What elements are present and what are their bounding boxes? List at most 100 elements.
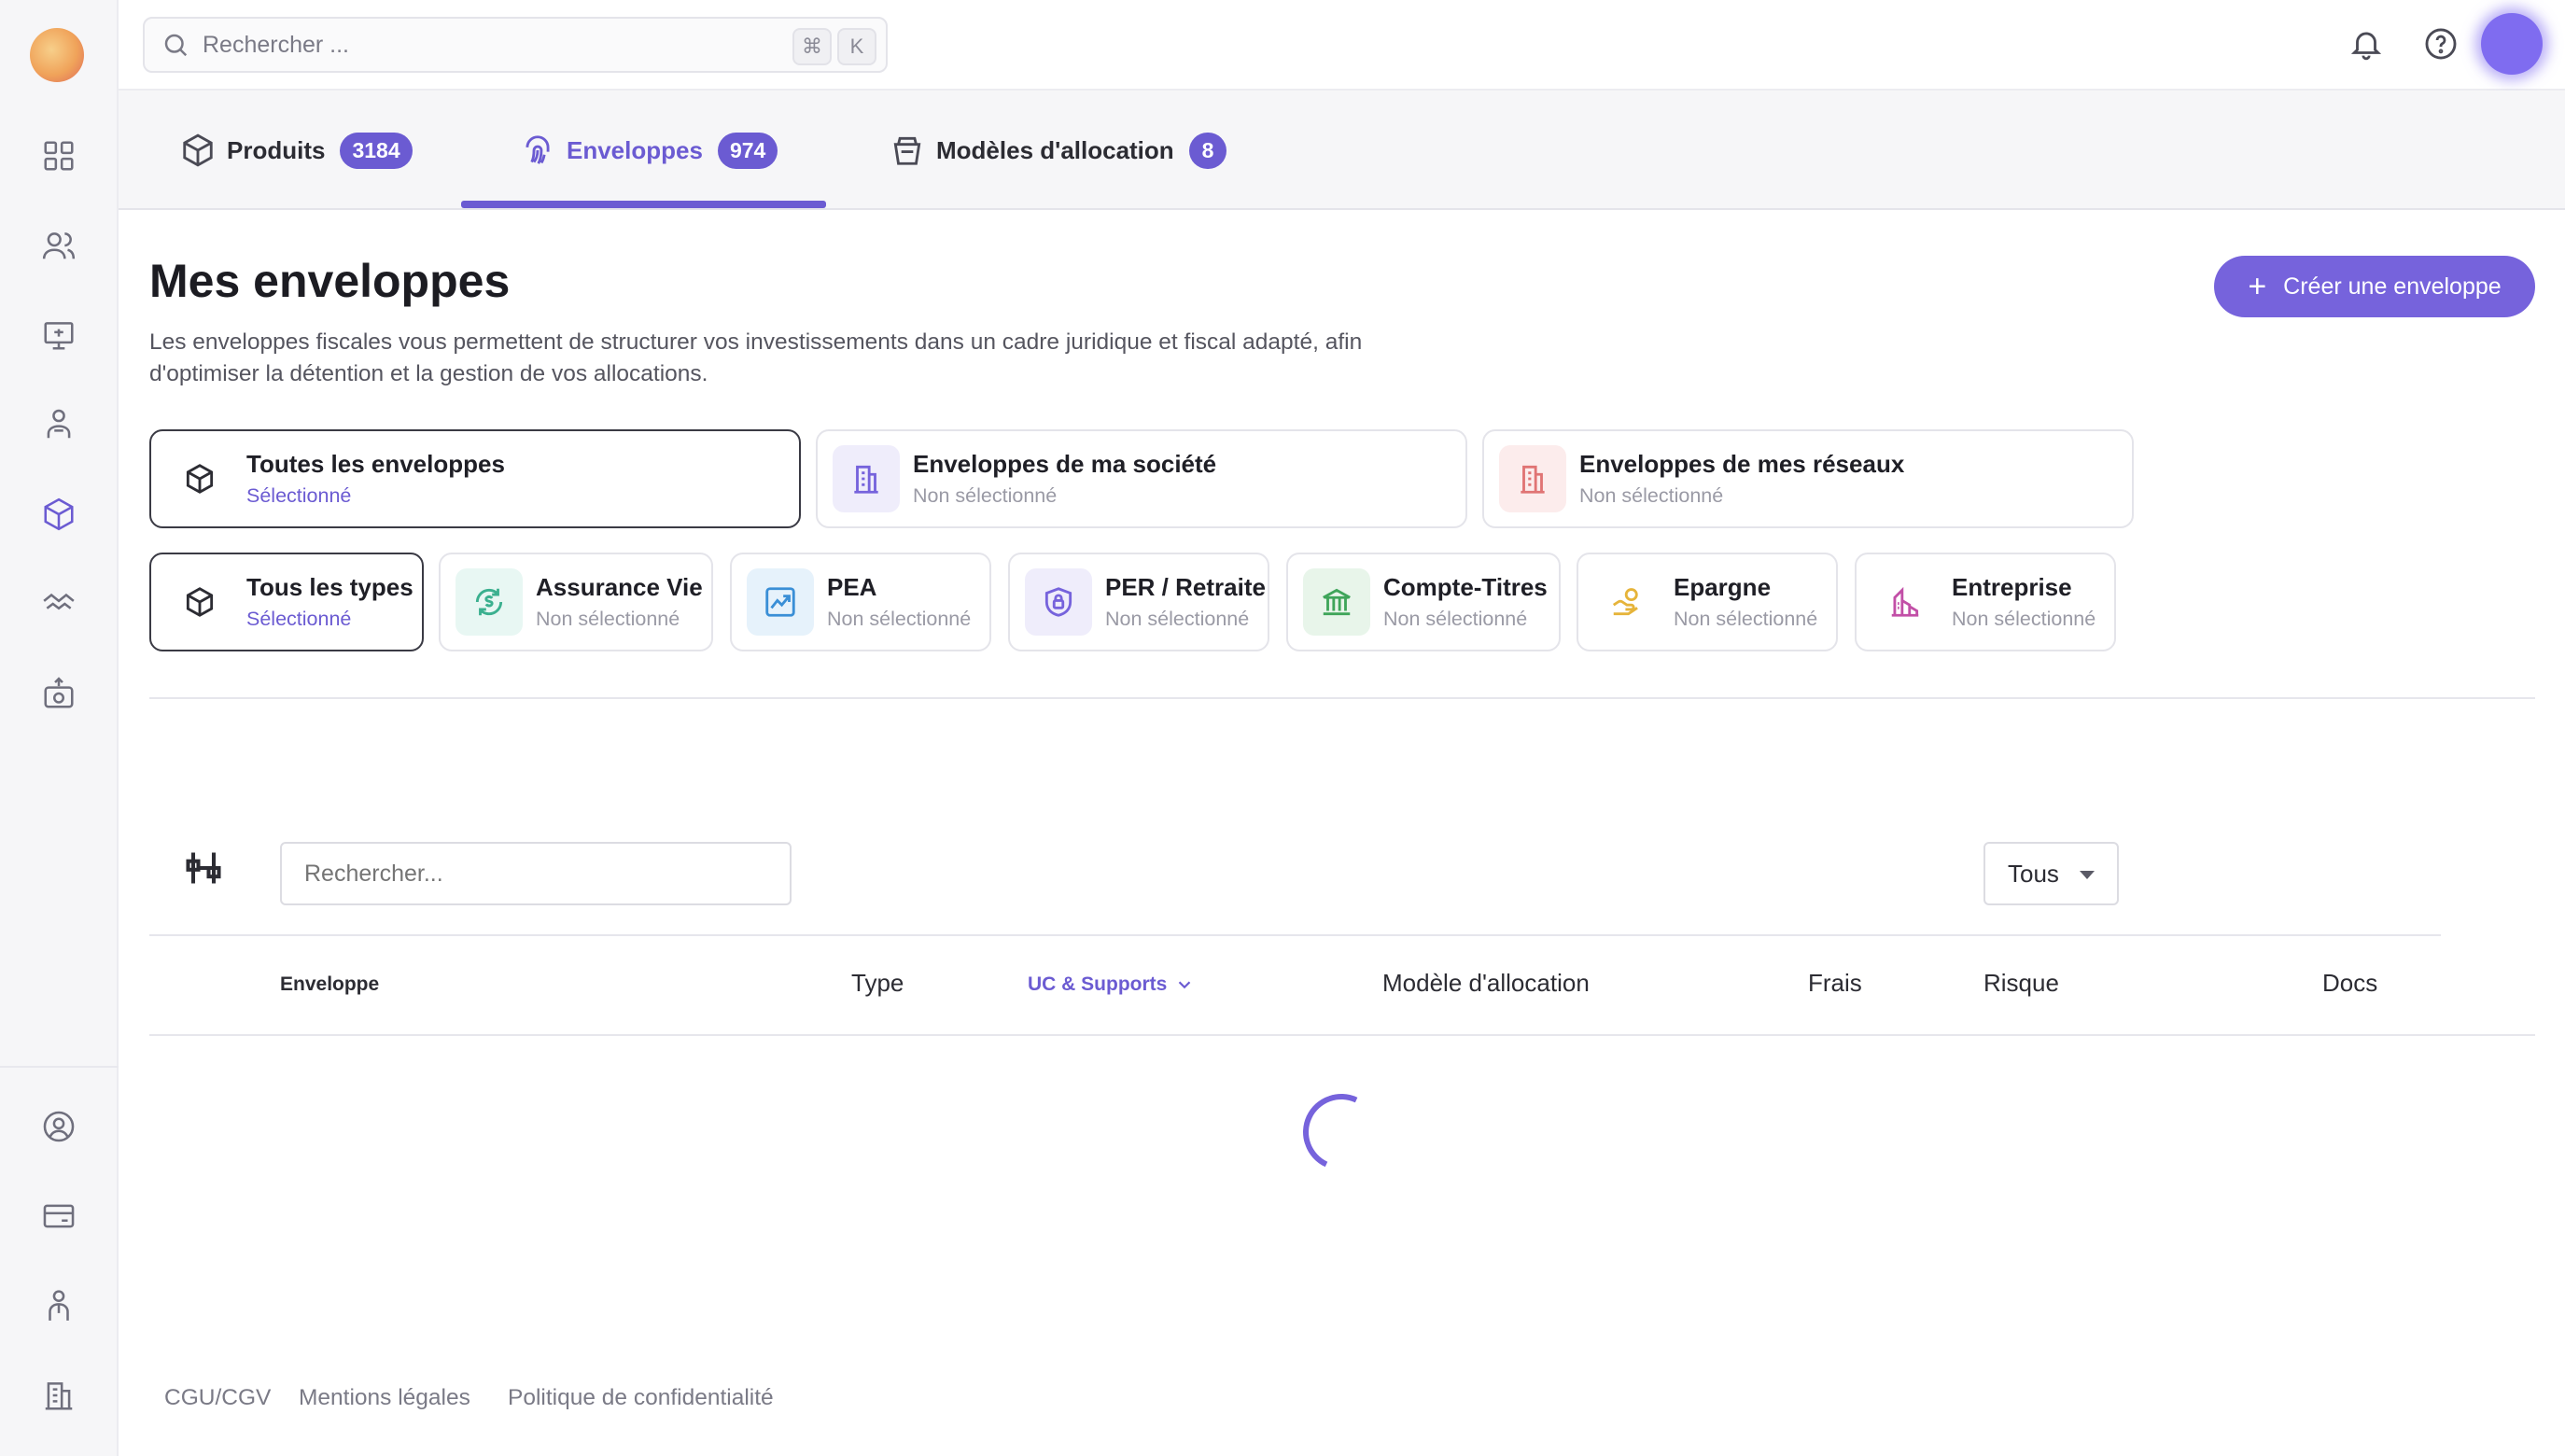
handshake-icon[interactable] — [39, 584, 78, 623]
shortcut-cmd-key: ⌘ — [792, 28, 832, 65]
cube-icon — [183, 133, 213, 167]
type-filter-assurance-vie[interactable]: Assurance Vie Non sélectionné — [439, 553, 713, 651]
type-filter-entreprise[interactable]: Entreprise Non sélectionné — [1855, 553, 2116, 651]
card-label: Enveloppes de ma société — [913, 450, 1217, 478]
tab-label: Modèles d'allocation — [936, 135, 1174, 164]
tab-enveloppes[interactable]: Enveloppes 974 — [520, 91, 778, 210]
cube-icon — [166, 568, 233, 636]
card-label: Enveloppes de mes réseaux — [1579, 450, 1905, 478]
column-header-uc-supports[interactable]: UC & Supports — [1028, 973, 1195, 996]
tab-label: Produits — [227, 135, 326, 164]
tab-bar: Produits 3184 Enveloppes 974 Modèles d'a… — [119, 91, 2565, 210]
card-status: Non sélectionné — [536, 608, 680, 630]
create-envelope-button[interactable]: + Créer une enveloppe — [2214, 256, 2535, 317]
card-label: Assurance Vie — [536, 573, 703, 601]
card-status: Non sélectionné — [1952, 608, 2096, 630]
card-label: Epargne — [1674, 573, 1772, 601]
loading-spinner — [1292, 1083, 1391, 1182]
column-header-frais[interactable]: Frais — [1808, 969, 1862, 998]
active-tab-indicator — [461, 201, 826, 208]
type-filter-all[interactable]: Tous les types Sélectionné — [149, 553, 424, 651]
card-label: PER / Retraite — [1105, 573, 1266, 601]
presentation-board-icon[interactable] — [39, 315, 78, 355]
tab-count-badge: 974 — [717, 132, 778, 169]
card-label: Compte-Titres — [1383, 573, 1548, 601]
shield-lock-icon — [1025, 568, 1092, 636]
card-status: Non sélectionné — [913, 484, 1058, 507]
card-status: Non sélectionné — [1105, 608, 1250, 630]
app-logo[interactable] — [30, 28, 84, 82]
fingerprint-icon — [526, 135, 550, 164]
footer-link-mentions[interactable]: Mentions légales — [299, 1385, 470, 1411]
filter-select[interactable]: Tous — [1983, 842, 2119, 905]
building-icon — [1499, 445, 1566, 512]
type-filter-epargne[interactable]: Epargne Non sélectionné — [1577, 553, 1838, 651]
search-placeholder: Rechercher ... — [203, 31, 350, 58]
bell-icon[interactable] — [2343, 21, 2390, 67]
tab-produits[interactable]: Produits 3184 — [180, 91, 413, 210]
help-icon[interactable] — [2418, 21, 2464, 67]
card-status: Non sélectionné — [1674, 608, 1818, 630]
users-icon[interactable] — [39, 226, 78, 265]
card-status: Non sélectionné — [827, 608, 972, 630]
basket-icon — [893, 136, 921, 165]
dashboard-grid-icon[interactable] — [39, 136, 78, 175]
filter-settings-icon[interactable] — [183, 847, 224, 889]
plus-icon: + — [2248, 269, 2267, 304]
section-divider — [149, 697, 2535, 699]
dollar-cycle-icon — [456, 568, 523, 636]
tab-label: Enveloppes — [567, 135, 703, 164]
tab-modeles-allocation[interactable]: Modèles d'allocation 8 — [890, 91, 1227, 210]
card-status: Non sélectionné — [1579, 484, 1724, 507]
type-filter-per-retraite[interactable]: PER / Retraite Non sélectionné — [1008, 553, 1269, 651]
sidebar — [0, 0, 119, 1456]
coins-hand-icon — [1593, 568, 1661, 636]
select-value: Tous — [2008, 859, 2059, 888]
chevron-down-icon — [1179, 981, 1191, 989]
chart-icon — [747, 568, 814, 636]
card-status: Sélectionné — [246, 484, 352, 507]
factory-icon — [1871, 568, 1939, 636]
type-filter-pea[interactable]: PEA Non sélectionné — [730, 553, 991, 651]
copyright-blurred — [2317, 1385, 2533, 1409]
company-building-icon[interactable] — [39, 1376, 78, 1415]
scope-filter-all[interactable]: Toutes les enveloppes Sélectionné — [149, 429, 801, 528]
page-title: Mes enveloppes — [149, 255, 511, 307]
footer-link-privacy[interactable]: Politique de confidentialité — [508, 1385, 774, 1411]
footer-link-cgu[interactable]: CGU/CGV — [164, 1385, 271, 1411]
card-label: PEA — [827, 573, 877, 601]
cube-icon — [166, 445, 233, 512]
scope-filter-networks[interactable]: Enveloppes de mes réseaux Non sélectionn… — [1482, 429, 2134, 528]
column-header-modele-allocation[interactable]: Modèle d'allocation — [1382, 969, 1590, 998]
card-label: Entreprise — [1952, 573, 2072, 601]
scope-filter-company[interactable]: Enveloppes de ma société Non sélectionné — [816, 429, 1467, 528]
page-description: Les enveloppes fiscales vous permettent … — [149, 329, 1363, 386]
create-envelope-label: Créer une enveloppe — [2283, 273, 2502, 300]
card-label: Toutes les enveloppes — [246, 450, 505, 478]
table-top-border — [149, 934, 2441, 936]
bank-icon — [1303, 568, 1370, 636]
building-icon — [833, 445, 900, 512]
global-search-input[interactable]: Rechercher ... ⌘ K — [143, 17, 888, 73]
card-status: Sélectionné — [246, 608, 352, 630]
profile-circle-icon[interactable] — [39, 1107, 78, 1146]
table-search-input[interactable] — [280, 842, 792, 905]
table-header-border — [149, 1034, 2535, 1036]
user-avatar[interactable] — [2481, 13, 2543, 75]
advisor-icon[interactable] — [39, 405, 78, 444]
column-header-type[interactable]: Type — [851, 969, 904, 998]
products-cube-icon[interactable] — [39, 495, 78, 534]
search-icon — [164, 34, 188, 57]
caret-down-icon — [2080, 871, 2095, 879]
column-header-enveloppe[interactable]: Enveloppe — [280, 973, 379, 996]
type-filter-compte-titres[interactable]: Compte-Titres Non sélectionné — [1286, 553, 1561, 651]
tab-count-badge: 8 — [1188, 132, 1227, 169]
top-bar: Rechercher ... ⌘ K — [119, 0, 2565, 91]
column-header-docs[interactable]: Docs — [2322, 969, 2377, 998]
billing-card-icon[interactable] — [39, 1197, 78, 1236]
tab-count-badge: 3184 — [340, 132, 413, 169]
team-member-icon[interactable] — [39, 1286, 78, 1325]
column-header-label: UC & Supports — [1028, 973, 1168, 995]
column-header-risque[interactable]: Risque — [1983, 969, 2059, 998]
camera-upload-icon[interactable] — [39, 674, 78, 713]
